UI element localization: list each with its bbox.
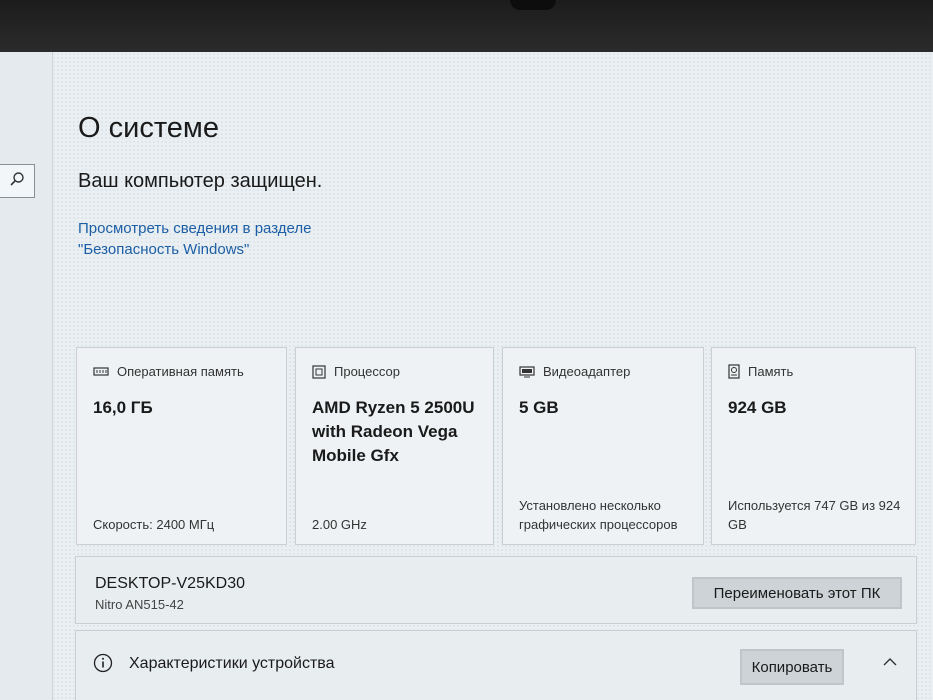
processor-icon	[312, 364, 326, 379]
display-adapter-label: Видеоадаптер	[543, 364, 631, 379]
storage-value: 924 GB	[728, 398, 787, 417]
rename-pc-button[interactable]: Переименовать этот ПК	[692, 577, 902, 609]
processor-frequency: 2.00 GHz	[312, 517, 367, 532]
ram-card: Оперативная память 16,0 ГБ Скорость: 240…	[76, 347, 287, 545]
storage-icon	[728, 364, 740, 379]
display-adapter-icon	[519, 365, 535, 378]
display-adapter-note: Установлено несколько графических процес…	[519, 498, 678, 532]
search-icon	[9, 171, 25, 192]
navigation-pane	[0, 52, 53, 700]
ram-value: 16,0 ГБ	[93, 398, 153, 417]
storage-card: Память 924 GB Используется 747 GB из 924…	[711, 347, 916, 545]
storage-usage: Используется 747 GB из 924 GB	[728, 498, 901, 532]
ram-label: Оперативная память	[117, 364, 244, 379]
processor-label: Процессор	[334, 364, 400, 379]
chevron-up-icon[interactable]	[882, 657, 898, 667]
laptop-bezel	[0, 0, 933, 52]
security-link[interactable]: Просмотреть сведения в разделе "Безопасн…	[78, 218, 358, 260]
device-name-row: DESKTOP-V25KD30 Nitro AN515-42 Переимено…	[75, 556, 917, 624]
copy-button[interactable]: Копировать	[740, 649, 844, 685]
storage-card-header: Память	[728, 364, 793, 379]
device-model: Nitro AN515-42	[95, 597, 184, 612]
webcam	[510, 0, 556, 10]
display-adapter-value: 5 GB	[519, 398, 559, 417]
device-specs-title: Характеристики устройства	[129, 655, 335, 672]
processor-card-header: Процессор	[312, 364, 400, 379]
ram-speed: Скорость: 2400 МГц	[93, 517, 215, 532]
display-adapter-card: Видеоадаптер 5 GB Установлено несколько …	[502, 347, 704, 545]
protection-status: Ваш компьютер защищен.	[78, 170, 323, 192]
memory-icon	[93, 366, 109, 378]
page-title: О системе	[78, 112, 219, 144]
processor-card: Процессор AMD Ryzen 5 2500U with Radeon …	[295, 347, 494, 545]
search-button[interactable]	[0, 164, 35, 198]
display-adapter-card-header: Видеоадаптер	[519, 364, 630, 379]
processor-value: AMD Ryzen 5 2500U with Radeon Vega Mobil…	[312, 398, 475, 465]
ram-card-header: Оперативная память	[93, 364, 244, 379]
info-icon	[93, 653, 113, 673]
storage-label: Память	[748, 364, 794, 379]
device-specs-row[interactable]: Характеристики устройства Копировать	[75, 630, 917, 700]
device-name: DESKTOP-V25KD30	[95, 575, 245, 592]
